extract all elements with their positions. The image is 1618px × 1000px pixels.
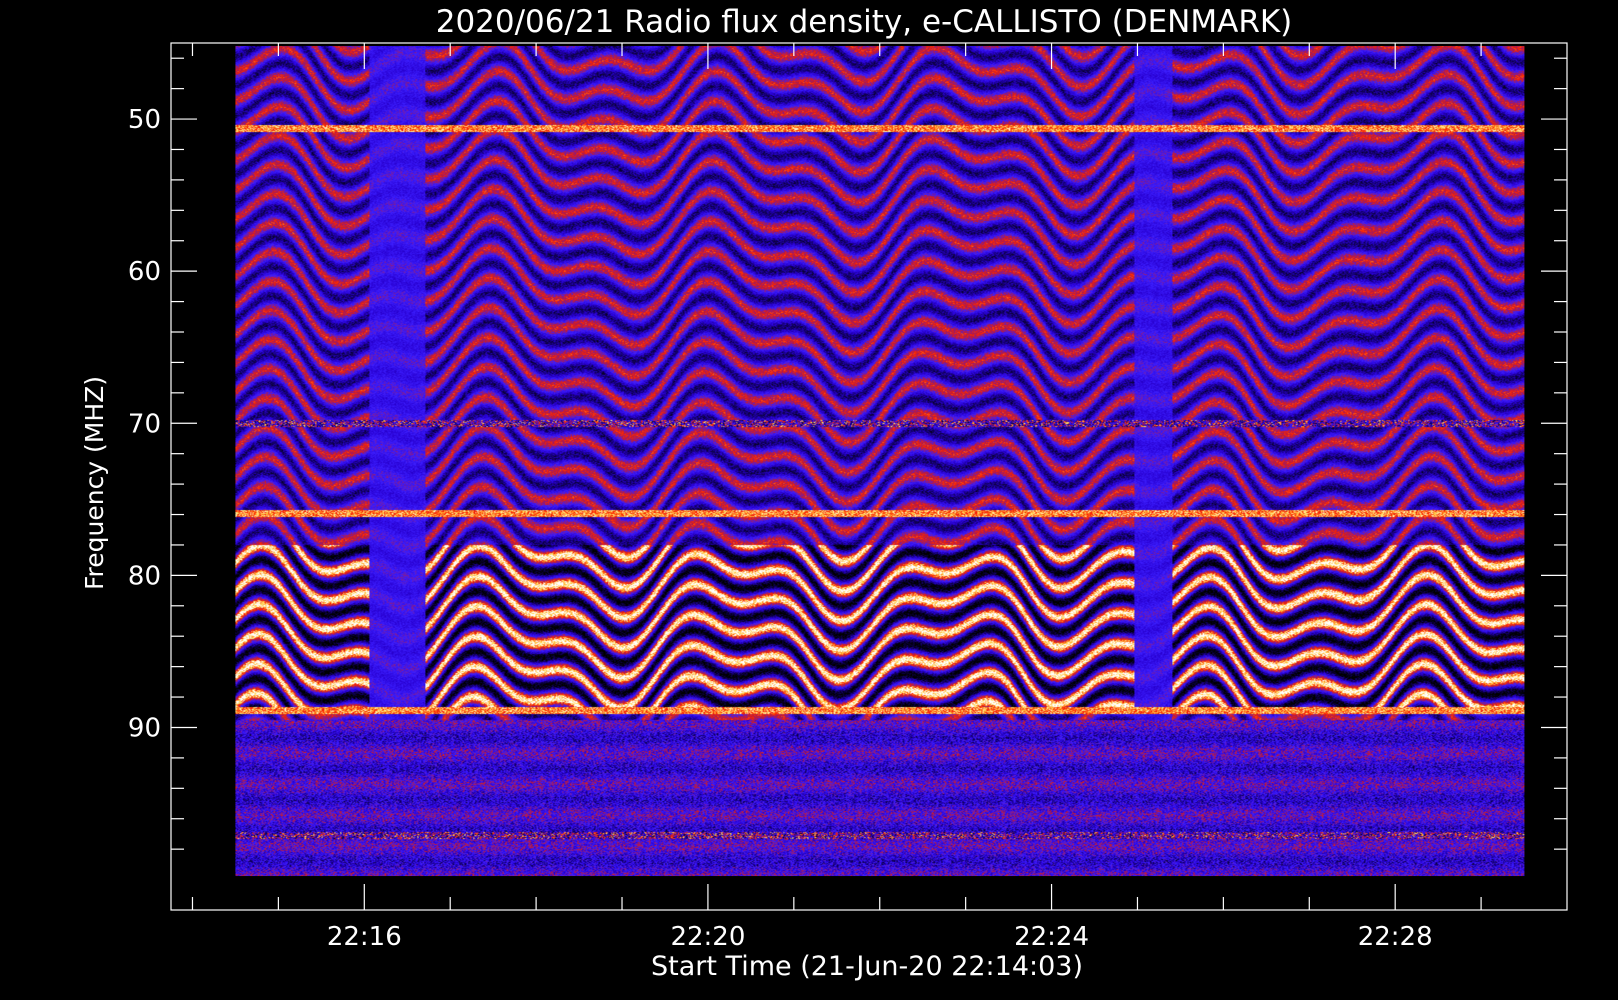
x-axis-label: Start Time (21-Jun-20 22:14:03) bbox=[651, 951, 1083, 982]
x-tick-label: 22:24 bbox=[1014, 922, 1089, 952]
spectrogram-image bbox=[235, 46, 1525, 877]
chart-title: 2020/06/21 Radio flux density, e-CALLIST… bbox=[436, 4, 1293, 40]
y-axis-label: Frequency (MHZ) bbox=[80, 376, 109, 590]
y-tick-label: 50 bbox=[128, 105, 161, 135]
y-tick-label: 70 bbox=[128, 409, 161, 439]
y-tick-label: 60 bbox=[128, 257, 161, 287]
x-tick-label: 22:28 bbox=[1358, 922, 1433, 952]
y-tick-label: 90 bbox=[128, 713, 161, 743]
spectrogram-raster bbox=[235, 46, 1525, 877]
x-tick-label: 22:16 bbox=[327, 922, 402, 952]
x-tick-label: 22:20 bbox=[670, 922, 745, 952]
y-tick-label: 80 bbox=[128, 561, 161, 591]
spectrogram-chart: 22:16 22:20 22:24 22:28 50 60 70 80 90 2020/06/2… bbox=[0, 0, 1618, 1000]
